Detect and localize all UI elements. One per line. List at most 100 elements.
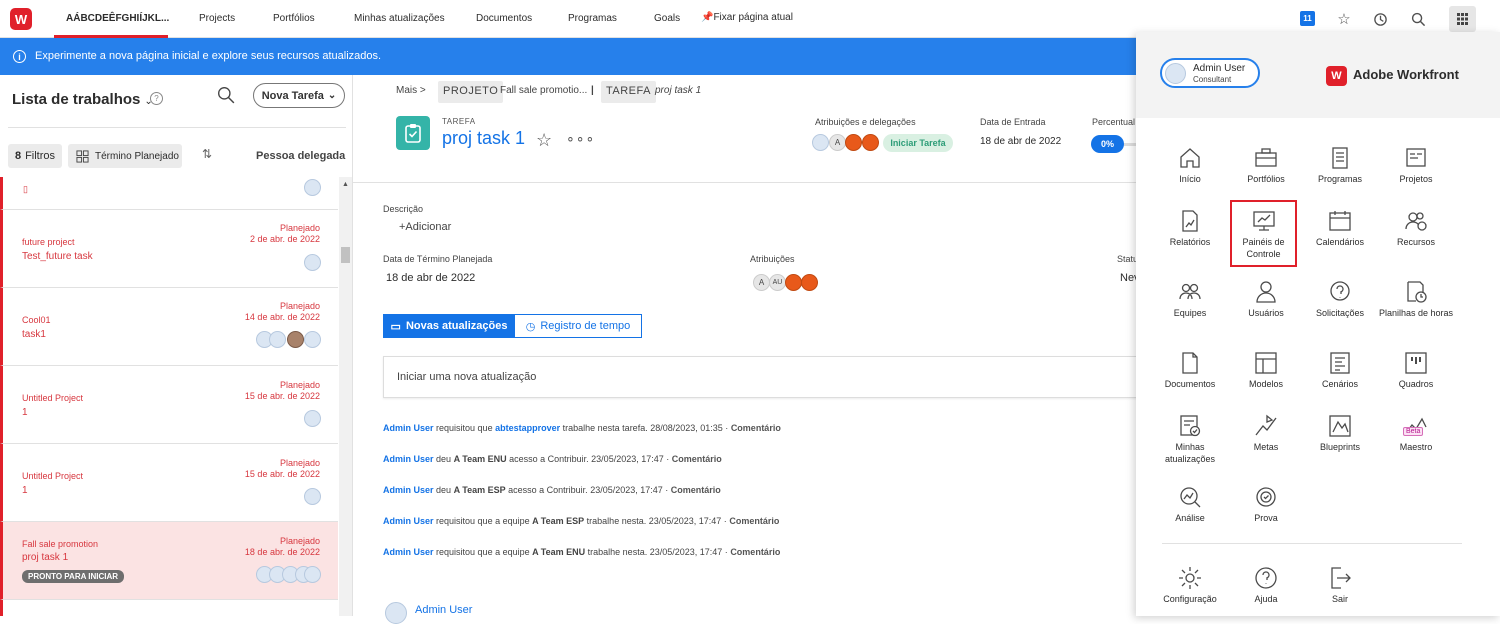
task-name[interactable]: proj task 1 xyxy=(22,552,68,563)
pin-page-link[interactable]: 📌Fixar página atual xyxy=(701,12,793,23)
feed-text: requisitou que a equipe xyxy=(436,547,530,557)
comment-link[interactable]: Comentário xyxy=(729,516,779,526)
feed-user-link[interactable]: Admin User xyxy=(383,516,434,526)
app-requests[interactable]: Solicitações xyxy=(1302,279,1378,319)
task-name[interactable]: 1 xyxy=(22,485,28,496)
comment-link[interactable]: Comentário xyxy=(671,485,721,495)
app-grid-button[interactable] xyxy=(1449,6,1476,32)
list-scrollbar[interactable]: ▲ xyxy=(339,177,352,616)
scroll-up-icon[interactable]: ▲ xyxy=(342,181,349,188)
app-resources[interactable]: Recursos xyxy=(1378,208,1454,248)
beta-badge: Beta xyxy=(1403,427,1424,436)
feed-user-link[interactable]: Admin User xyxy=(383,423,434,433)
nav-item-portfolios[interactable]: Portfólios xyxy=(273,13,315,24)
search-icon[interactable] xyxy=(217,86,235,109)
list-item[interactable]: Untitled Project 1 Planejado 15 de abr. … xyxy=(0,444,338,522)
bottom-user-name[interactable]: Admin User xyxy=(415,604,472,616)
filters-button[interactable]: 8 Filtros xyxy=(8,144,62,168)
more-options-icon[interactable]: ∘∘∘ xyxy=(566,130,595,147)
app-proof[interactable]: Prova xyxy=(1228,484,1304,524)
app-home[interactable]: Início xyxy=(1152,145,1228,185)
breadcrumb-more[interactable]: Mais > xyxy=(396,85,426,96)
task-name[interactable]: Test_future task xyxy=(22,251,93,262)
app-teams[interactable]: Equipes xyxy=(1152,279,1228,319)
app-label: Relatórios xyxy=(1169,237,1211,247)
nav-item-projects[interactable]: Projects xyxy=(199,13,235,24)
feed-user-link[interactable]: Admin User xyxy=(383,485,434,495)
app-documents[interactable]: Documentos xyxy=(1152,350,1228,390)
list-item-selected[interactable]: Fall sale promotion proj task 1 Planejad… xyxy=(0,522,338,600)
planned-date: 18 de abr. de 2022 xyxy=(244,547,320,557)
sort-order-icon[interactable]: ⇅ xyxy=(202,147,212,161)
feed-approver-link[interactable]: abtestapprover xyxy=(495,423,560,433)
nav-item-programs[interactable]: Programas xyxy=(568,13,617,24)
comment-link[interactable]: Comentário xyxy=(672,454,722,464)
nav-item-current[interactable]: AÁBCDEÊFGHIÍJKL... xyxy=(66,13,169,24)
task-title[interactable]: proj task 1 xyxy=(442,128,525,149)
list-item[interactable]: future project Test_future task Planejad… xyxy=(0,210,338,288)
user-profile-button[interactable]: Admin User Consultant xyxy=(1160,58,1260,88)
app-portfolios[interactable]: Portfólios xyxy=(1228,145,1304,185)
app-calendars[interactable]: Calendários xyxy=(1302,208,1378,248)
star-icon[interactable]: ☆ xyxy=(1334,9,1354,29)
app-reports[interactable]: Relatórios xyxy=(1152,208,1228,248)
search-icon[interactable] xyxy=(1408,9,1428,29)
workfront-logo-icon[interactable]: W xyxy=(10,8,32,30)
app-timesheets[interactable]: Planilhas de horas xyxy=(1378,279,1454,319)
nav-item-my-updates[interactable]: Minhas atualizações xyxy=(354,13,445,24)
feed-text: deu xyxy=(436,454,452,464)
add-description-link[interactable]: +Adicionar xyxy=(399,221,451,233)
work-list-title[interactable]: Lista de trabalhos ⌄ xyxy=(12,91,153,108)
scrollbar-thumb[interactable] xyxy=(341,247,350,263)
nav-item-documents[interactable]: Documentos xyxy=(476,13,532,24)
project-name: Untitled Project xyxy=(22,393,84,403)
help-icon[interactable]: ? xyxy=(150,92,163,105)
tab-time-log[interactable]: ◷ Registro de tempo xyxy=(514,314,642,338)
list-item[interactable]: Cool01 task1 Planejado 14 de abr. de 202… xyxy=(0,288,338,366)
app-programs[interactable]: Programas xyxy=(1302,145,1378,185)
help-button[interactable]: Ajuda xyxy=(1228,565,1304,605)
project-name: Fall sale promotion xyxy=(22,539,99,549)
app-my-updates[interactable]: Minhas atualizações xyxy=(1152,413,1228,465)
sign-out-button[interactable]: Sair xyxy=(1302,565,1378,605)
app-users[interactable]: Usuários xyxy=(1228,279,1304,319)
avatar xyxy=(304,566,321,583)
breadcrumb-project[interactable]: Fall sale promotio... xyxy=(500,85,587,96)
feed-team: A Team ESP xyxy=(532,516,585,526)
percent-complete-badge[interactable]: 0% xyxy=(1091,135,1124,153)
feed-user-link[interactable]: Admin User xyxy=(383,454,434,464)
comment-link[interactable]: Comentário xyxy=(731,423,781,433)
history-icon[interactable] xyxy=(1370,9,1390,29)
feed-user-link[interactable]: Admin User xyxy=(383,547,434,557)
feed-item: Admin User deu A Team ENU acesso a Contr… xyxy=(383,454,722,464)
app-boards[interactable]: Quadros xyxy=(1378,350,1454,390)
app-blueprints[interactable]: Blueprints xyxy=(1302,413,1378,453)
timesheet-icon xyxy=(1407,281,1427,303)
nav-item-goals[interactable]: Goals xyxy=(654,13,680,24)
app-goals[interactable]: Metas xyxy=(1228,413,1304,453)
planned-date: 14 de abr. de 2022 xyxy=(244,312,320,322)
app-maestro[interactable]: Beta Maestro xyxy=(1378,413,1454,453)
list-item[interactable] xyxy=(0,600,338,616)
app-analysis[interactable]: Análise xyxy=(1152,484,1228,524)
list-item[interactable]: ▯ xyxy=(0,177,338,210)
app-projects[interactable]: Projetos xyxy=(1378,145,1454,185)
settings-button[interactable]: Configuração xyxy=(1152,565,1228,605)
start-task-button[interactable]: Iniciar Tarefa xyxy=(883,134,953,152)
task-name[interactable]: 1 xyxy=(22,407,28,418)
list-item[interactable]: Untitled Project 1 Planejado 15 de abr. … xyxy=(0,366,338,444)
app-scenarios[interactable]: Cenários xyxy=(1302,350,1378,390)
star-icon[interactable]: ☆ xyxy=(536,130,552,151)
app-dashboards[interactable]: Painéis de Controle xyxy=(1230,200,1297,267)
planned-end-value[interactable]: 18 de abr de 2022 xyxy=(386,272,475,284)
sort-button[interactable]: Término Planejado xyxy=(68,144,182,168)
notification-badge[interactable]: 11 xyxy=(1300,11,1315,26)
new-update-input[interactable]: Iniciar uma nova atualização xyxy=(383,356,1143,398)
comment-link[interactable]: Comentário xyxy=(730,547,780,557)
new-task-button[interactable]: Nova Tarefa ⌄ xyxy=(253,83,345,108)
banner-text[interactable]: Experimente a nova página inicial e expl… xyxy=(35,50,381,62)
app-label: Painéis de Controle xyxy=(1242,237,1285,259)
app-templates[interactable]: Modelos xyxy=(1228,350,1304,390)
tab-updates[interactable]: ▭ Novas atualizações xyxy=(383,314,515,338)
task-name[interactable]: task1 xyxy=(22,329,46,340)
